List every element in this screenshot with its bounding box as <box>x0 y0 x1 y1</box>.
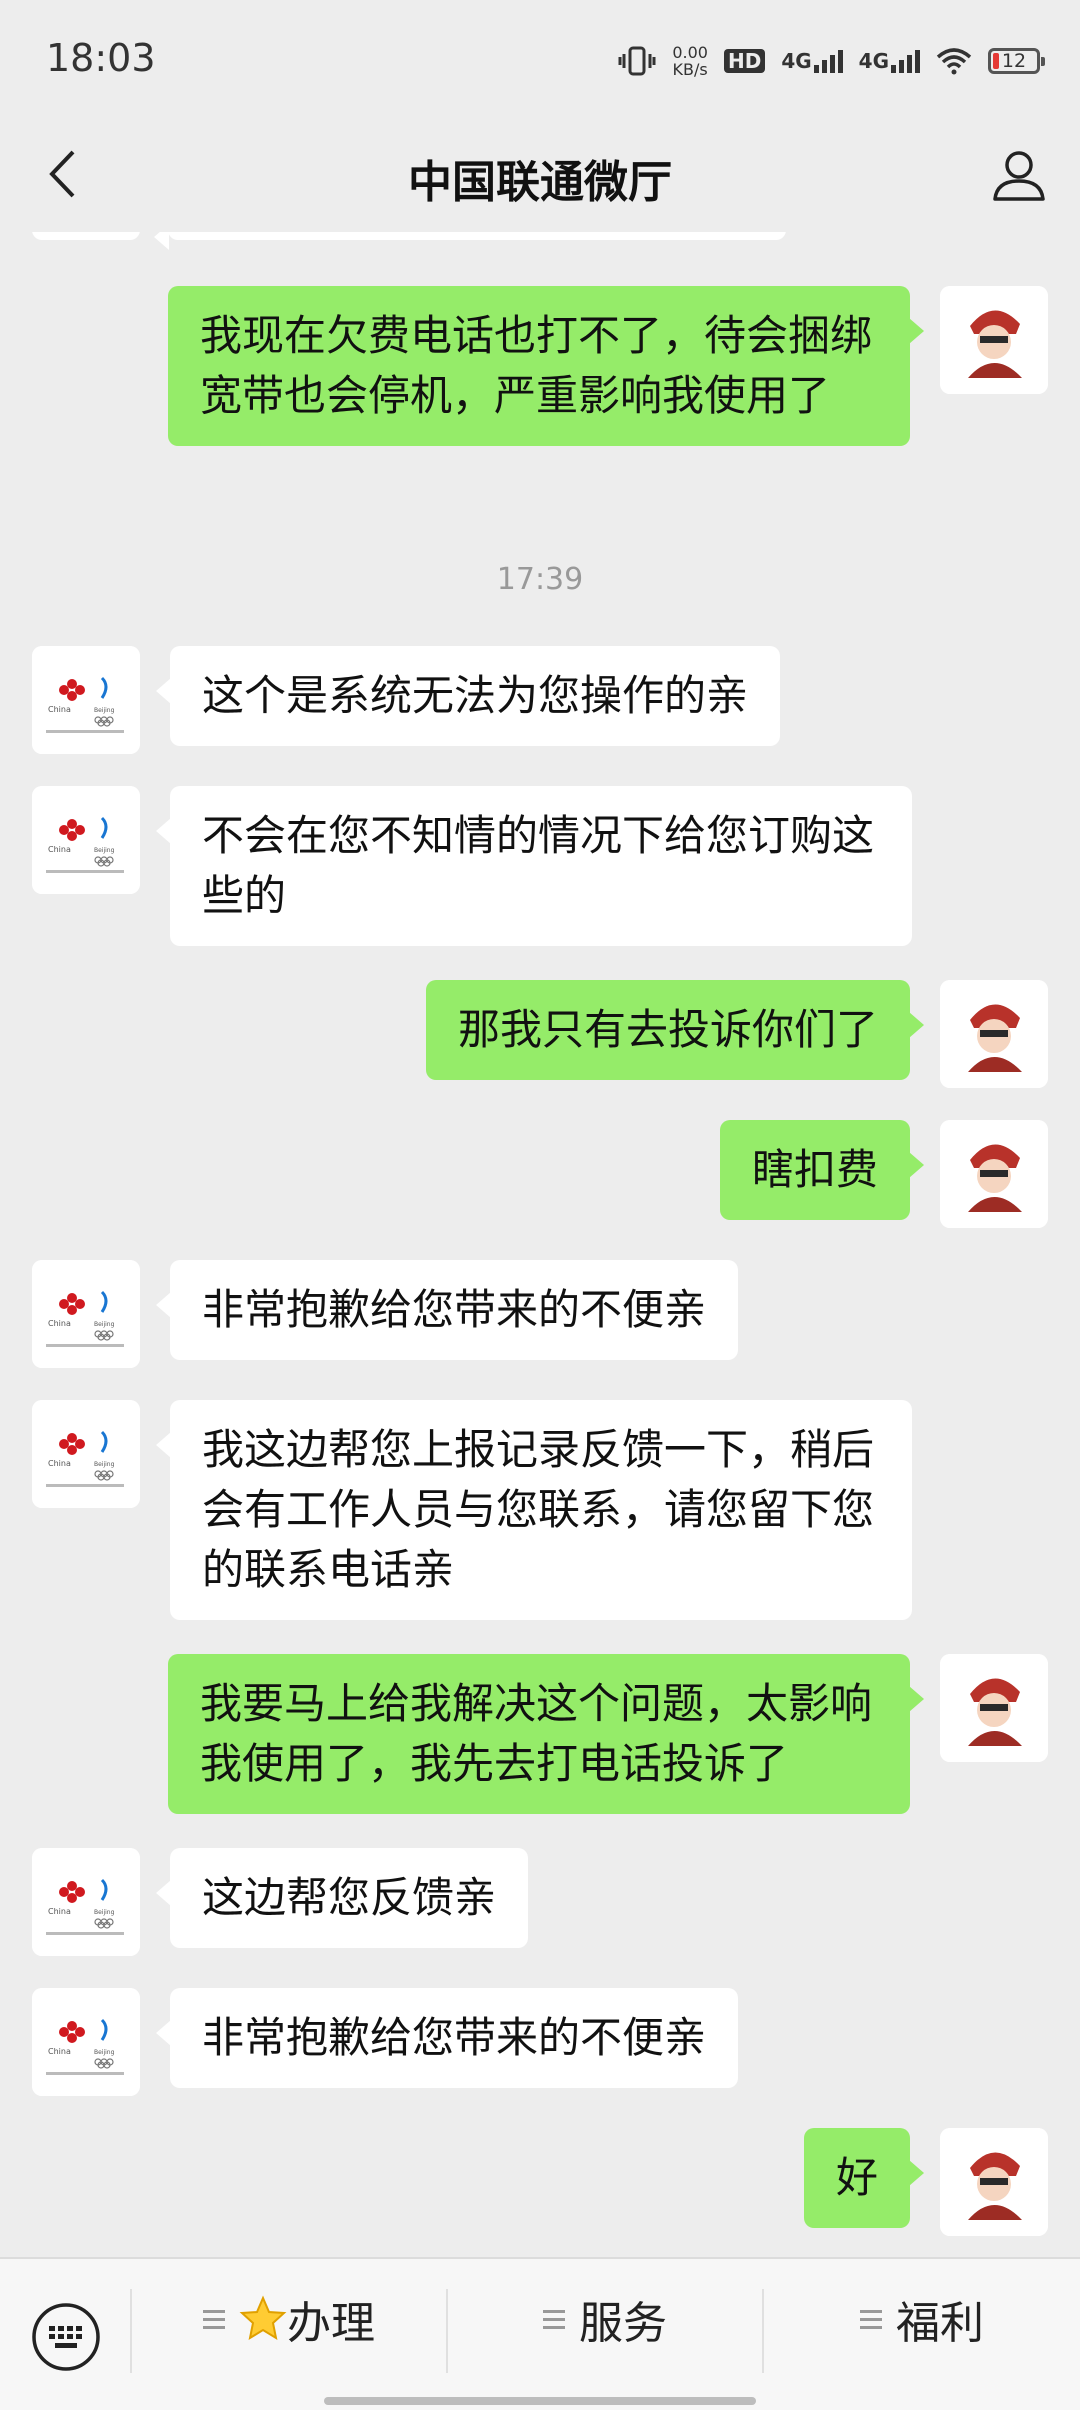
bottom-menu-bar: 办理 服务 福利 <box>0 2257 1080 2410</box>
user-avatar[interactable] <box>940 286 1048 394</box>
unicom-logo: China Beijing <box>32 646 140 754</box>
menu-item-label: 服务 <box>579 2298 667 2349</box>
status-time: 18:03 <box>46 36 156 80</box>
user-avatar-image <box>940 980 1048 1088</box>
svg-text:Beijing: Beijing <box>94 1461 115 1468</box>
partial-avatar <box>32 232 140 240</box>
unicom-avatar[interactable]: China Beijing <box>32 646 140 754</box>
user-avatar[interactable] <box>940 1120 1048 1228</box>
message-bubble-outgoing[interactable]: 好 <box>803 2128 925 2228</box>
message-bubble-incoming[interactable]: 我这边帮您上报记录反馈一下，稍后会有工作人员与您联系，请您留下您的联系电话亲 <box>156 1400 912 1620</box>
menu-lines-icon <box>543 2309 565 2329</box>
unicom-avatar[interactable]: China Beijing <box>32 786 140 894</box>
unicom-logo: China Beijing <box>32 786 140 894</box>
svg-text:China: China <box>48 1319 71 1328</box>
menu-lines-icon <box>860 2309 882 2329</box>
network-speed: 0.00 KB/s <box>672 44 708 78</box>
svg-text:China: China <box>48 1459 71 1468</box>
unicom-logo: China Beijing <box>32 1848 140 1956</box>
speed-unit: KB/s <box>672 60 708 79</box>
sim2-label: 4G <box>858 49 889 73</box>
speed-value: 0.00 <box>672 43 708 62</box>
signal-sim1-icon: 4G <box>781 49 843 73</box>
message-bubble-outgoing[interactable]: 我要马上给我解决这个问题，太影响我使用了，我先去打电话投诉了 <box>168 1654 924 1814</box>
svg-text:China: China <box>48 705 71 714</box>
unicom-avatar[interactable]: China Beijing <box>32 1400 140 1508</box>
menu-lines-icon <box>203 2309 225 2329</box>
message-bubble-incoming[interactable]: 非常抱歉给您带来的不便亲 <box>155 1988 739 2088</box>
hd-icon: HD <box>723 49 766 73</box>
page-title: 中国联通微厅 <box>408 157 672 208</box>
svg-text:China: China <box>48 1907 71 1916</box>
unicom-logo: China Beijing <box>32 1400 140 1508</box>
keyboard-icon <box>32 2303 100 2371</box>
profile-button[interactable] <box>984 140 1054 210</box>
keyboard-toggle-button[interactable] <box>28 2299 104 2375</box>
svg-text:Beijing: Beijing <box>94 2049 115 2056</box>
svg-text:China: China <box>48 2047 71 2056</box>
unicom-avatar[interactable]: China Beijing <box>32 1988 140 2096</box>
message-bubble-outgoing[interactable]: 瞎扣费 <box>719 1120 925 1220</box>
user-avatar-image <box>940 1120 1048 1228</box>
svg-text:Beijing: Beijing <box>94 1909 115 1916</box>
home-indicator[interactable] <box>324 2397 756 2405</box>
chat-timestamp: 17:39 <box>496 562 584 597</box>
status-bar: 18:03 0.00 KB/s HD 4G 4G 12 <box>0 0 1080 120</box>
signal-sim2-icon: 4G <box>859 49 920 73</box>
user-avatar-image <box>940 2128 1048 2236</box>
unicom-logo: China Beijing <box>32 1260 140 1368</box>
menu-item-label: 福利 <box>896 2298 984 2349</box>
svg-text:Beijing: Beijing <box>94 847 115 854</box>
wifi-icon <box>936 47 972 75</box>
message-bubble-incoming[interactable]: 不会在您不知情的情况下给您订购这些的 <box>156 786 912 946</box>
message-bubble-incoming[interactable]: 非常抱歉给您带来的不便亲 <box>155 1260 739 1360</box>
unicom-avatar[interactable]: China Beijing <box>32 1260 140 1368</box>
svg-text:China: China <box>48 845 71 854</box>
svg-text:Beijing: Beijing <box>94 1321 115 1328</box>
chat-area[interactable]: 我现在欠费电话也打不了，待会捆绑宽带也会停机，严重影响我使用了 17:39 Ch… <box>0 232 1080 2257</box>
menu-item-fuli[interactable]: 福利 <box>764 2259 1080 2379</box>
message-bubble-outgoing[interactable]: 我现在欠费电话也打不了，待会捆绑宽带也会停机，严重影响我使用了 <box>168 286 924 446</box>
user-avatar[interactable] <box>940 1654 1048 1762</box>
message-bubble-incoming[interactable]: 这个是系统无法为您操作的亲 <box>155 646 781 746</box>
message-bubble-incoming[interactable]: 这边帮您反馈亲 <box>155 1848 529 1948</box>
person-icon <box>993 151 1045 201</box>
menu-item-banli[interactable]: 办理 <box>132 2259 446 2379</box>
user-avatar-image <box>940 1654 1048 1762</box>
star-icon <box>239 2295 287 2341</box>
battery-level: 12 <box>1001 50 1027 72</box>
user-avatar-image <box>940 286 1048 394</box>
menu-item-label: 办理 <box>287 2298 375 2349</box>
unicom-avatar[interactable]: China Beijing <box>32 1848 140 1956</box>
message-bubble-outgoing[interactable]: 那我只有去投诉你们了 <box>425 980 925 1080</box>
svg-text:Beijing: Beijing <box>94 707 115 714</box>
battery-icon: 12 <box>988 48 1045 74</box>
vibrate-icon <box>618 46 656 76</box>
menu-item-fuwu[interactable]: 服务 <box>448 2259 762 2379</box>
user-avatar[interactable] <box>940 980 1048 1088</box>
hd-label: HD <box>723 49 766 73</box>
chat-header: 中国联通微厅 <box>0 120 1080 230</box>
user-avatar[interactable] <box>940 2128 1048 2236</box>
sim1-label: 4G <box>781 49 812 73</box>
partial-bubble <box>154 232 786 250</box>
unicom-logo: China Beijing <box>32 1988 140 2096</box>
status-icons: 0.00 KB/s HD 4G 4G 12 <box>618 38 1045 84</box>
